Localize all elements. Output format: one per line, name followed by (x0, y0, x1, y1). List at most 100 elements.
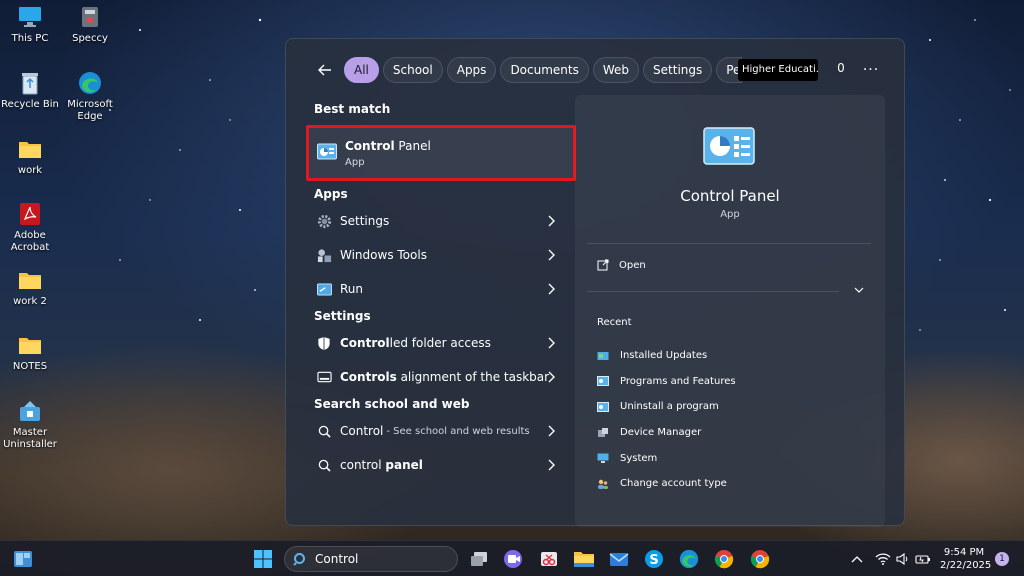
results-list: Best match Control Panel App Apps Settin… (306, 99, 576, 482)
battery-button[interactable] (914, 548, 932, 570)
clock[interactable]: 9:54 PM 2/22/2025 (940, 546, 991, 572)
result-web-control-panel[interactable]: control panel (306, 448, 576, 482)
section-heading-search-web: Search school and web (314, 397, 470, 411)
installed-updates-icon (597, 351, 609, 360)
chevron-right-icon (548, 283, 555, 295)
filter-settings[interactable]: Settings (643, 57, 713, 83)
skype-icon: S (645, 550, 663, 568)
recent-label: Programs and Features (620, 375, 736, 387)
desktop-icon-edge[interactable]: Microsoft Edge (60, 70, 120, 123)
teams-button[interactable] (502, 548, 524, 570)
windows-logo-icon (254, 550, 272, 568)
chevron-right-icon (548, 459, 555, 471)
details-title: Control Panel (680, 187, 780, 205)
desktop-icon-acrobat[interactable]: Adobe Acrobat (0, 201, 60, 254)
edge-button[interactable] (678, 548, 700, 570)
filter-apps[interactable]: Apps (446, 57, 497, 83)
filter-all[interactable]: All (344, 57, 379, 83)
uninstall-program-icon (597, 401, 609, 412)
control-panel-icon (317, 143, 337, 163)
recent-item-device-manager[interactable]: Device Manager (597, 420, 736, 446)
result-windows-tools[interactable]: Windows Tools (306, 238, 576, 272)
desktop-icon-label: Speccy (72, 33, 108, 44)
result-web-control[interactable]: Control - See school and web results (306, 414, 576, 448)
best-match-control-panel[interactable]: Control Panel App (306, 125, 576, 181)
result-controlled-folder-access[interactable]: Controlled folder access (306, 326, 576, 360)
back-button[interactable] (312, 57, 338, 83)
result-label: Run (340, 282, 364, 296)
filter-documents[interactable]: Documents (500, 57, 589, 83)
task-view-icon (471, 552, 487, 566)
snipping-tool-icon (541, 552, 557, 566)
network-button[interactable] (874, 548, 892, 570)
result-settings[interactable]: Settings (306, 204, 576, 238)
chevron-down-icon[interactable] (853, 284, 865, 296)
taskbar-settings-icon (316, 369, 332, 385)
skype-button[interactable]: S (643, 548, 665, 570)
run-icon (316, 281, 332, 297)
rewards-points[interactable]: 0 (831, 61, 851, 75)
speaker-icon (896, 553, 908, 565)
recent-item-installed-updates[interactable]: Installed Updates (597, 343, 736, 369)
system-icon (597, 453, 609, 464)
recent-item-system[interactable]: System (597, 445, 736, 471)
best-match-title-bold: Control (345, 138, 395, 153)
desktop-icon-speccy[interactable]: Speccy (60, 4, 120, 45)
folder-icon (17, 267, 43, 293)
desktop-icon-master-uninstaller[interactable]: Master Uninstaller (0, 398, 60, 451)
desktop-icon-work-2[interactable]: work 2 (0, 267, 60, 308)
battery-icon (915, 555, 930, 564)
recent-item-change-account-type[interactable]: Change account type (597, 471, 736, 497)
filter-bar: All School Apps Documents Web Settings P… (312, 57, 774, 83)
widgets-button[interactable] (12, 548, 34, 570)
mail-icon (609, 553, 629, 566)
open-label: Open (619, 259, 646, 271)
folder-icon (17, 332, 43, 358)
task-view-button[interactable] (468, 548, 490, 570)
recent-label: Uninstall a program (620, 401, 719, 413)
result-taskbar-alignment[interactable]: Controls alignment of the taskbar (306, 360, 576, 394)
chevron-up-icon (851, 556, 863, 563)
recent-label: System (620, 452, 658, 464)
filter-school[interactable]: School (382, 57, 443, 83)
filter-web[interactable]: Web (592, 57, 640, 83)
wifi-icon (875, 553, 891, 565)
search-icon (316, 423, 332, 439)
search-icon (293, 553, 305, 566)
show-hidden-icons-button[interactable] (848, 548, 866, 570)
notification-badge[interactable]: 1 (995, 552, 1009, 566)
chrome-button[interactable] (713, 548, 735, 570)
recent-label: Installed Updates (620, 350, 708, 362)
speccy-icon (77, 4, 103, 30)
clock-time: 9:54 PM (943, 547, 985, 558)
acrobat-icon (17, 201, 43, 227)
shield-icon (316, 335, 332, 351)
chrome-profile-button[interactable] (749, 548, 771, 570)
details-subtitle: App (720, 209, 740, 220)
open-action[interactable]: Open (597, 259, 646, 271)
desktop-icon-label: Adobe Acrobat (10, 230, 50, 253)
more-options-button[interactable]: ··· (861, 57, 881, 83)
mail-button[interactable] (608, 548, 630, 570)
edge-icon (77, 70, 103, 96)
desktop-icon-work[interactable]: work (0, 136, 60, 177)
result-run[interactable]: Run (306, 272, 576, 306)
volume-button[interactable] (894, 548, 912, 570)
snipping-tool-button[interactable] (538, 548, 560, 570)
taskbar-search-input[interactable] (315, 552, 445, 566)
desktop-icon-this-pc[interactable]: This PC (0, 4, 60, 45)
desktop-icon-notes[interactable]: NOTES (0, 332, 60, 373)
recent-item-programs-features[interactable]: Programs and Features (597, 369, 736, 395)
start-button[interactable] (252, 548, 274, 570)
open-external-icon (597, 259, 609, 271)
computer-icon (17, 4, 43, 30)
desktop-icon-label: Microsoft Edge (67, 99, 113, 122)
desktop-icon-label: work 2 (13, 296, 47, 307)
recent-item-uninstall-program[interactable]: Uninstall a program (597, 394, 736, 420)
file-explorer-button[interactable] (573, 548, 595, 570)
organization-badge[interactable]: Higher Educati... (738, 59, 818, 81)
desktop-icon-recycle-bin[interactable]: Recycle Bin (0, 70, 60, 111)
chevron-right-icon (548, 249, 555, 261)
taskbar-search-box[interactable] (284, 546, 458, 572)
arrow-left-icon (318, 64, 331, 76)
